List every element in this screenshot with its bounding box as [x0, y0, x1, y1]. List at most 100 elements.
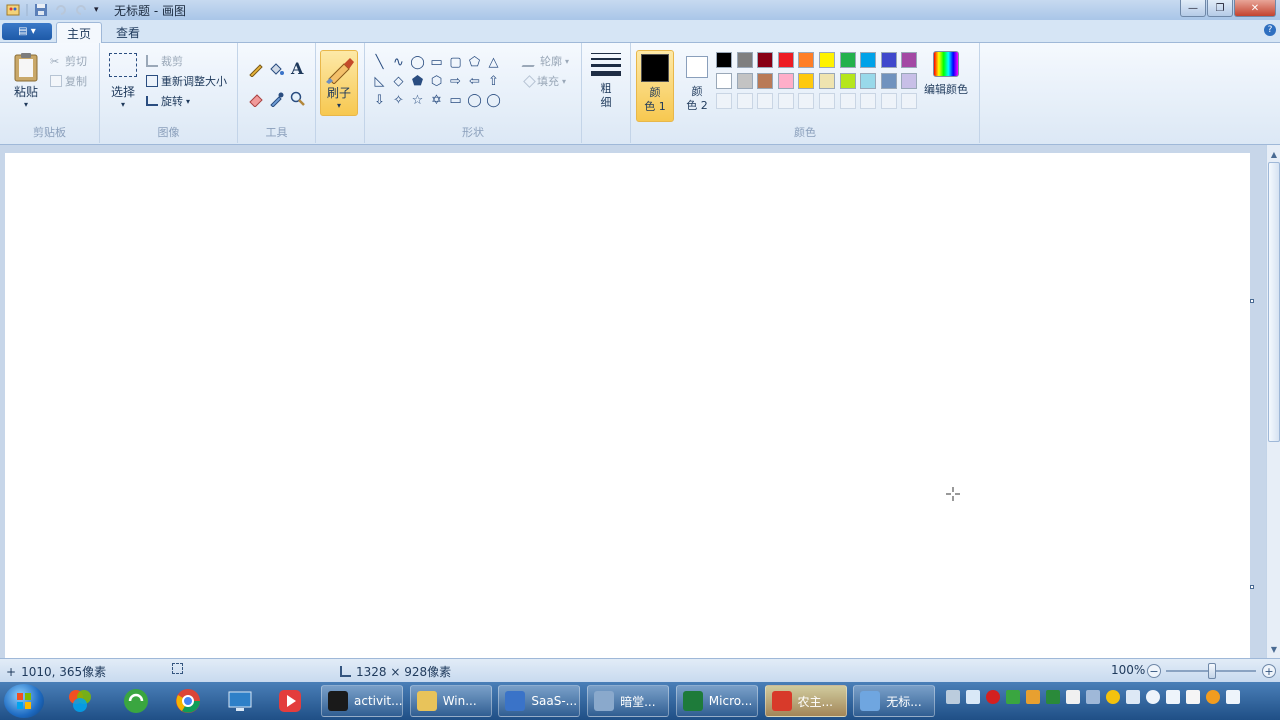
pencil-tool[interactable]	[248, 61, 264, 77]
palette-custom-slot[interactable]	[880, 93, 897, 110]
copy-button[interactable]: 复制	[50, 73, 87, 89]
palette-swatch[interactable]	[860, 52, 877, 68]
shape-rounded-rectangle-icon[interactable]: ▢	[446, 53, 465, 72]
color-picker-tool[interactable]	[268, 91, 284, 107]
taskbar-window-button[interactable]: activit...	[321, 685, 403, 717]
palette-custom-slot[interactable]	[818, 93, 835, 110]
taskbar-media-player-icon[interactable]	[270, 686, 310, 716]
shape-up-arrow-icon[interactable]: ⇧	[484, 72, 503, 91]
save-icon[interactable]	[34, 3, 48, 17]
color-1-button[interactable]: 颜 色 1	[636, 50, 674, 122]
shape-line-icon[interactable]: ╲	[370, 53, 389, 72]
palette-swatch[interactable]	[736, 52, 753, 68]
palette-swatch[interactable]	[901, 52, 918, 68]
palette-swatch[interactable]	[818, 72, 835, 89]
palette-swatch[interactable]	[716, 52, 732, 68]
eraser-tool[interactable]	[248, 91, 264, 107]
brushes-button[interactable]: 刷子 ▾	[320, 50, 358, 116]
shape-diamond-icon[interactable]: ◇	[389, 72, 408, 91]
scrollbar-thumb[interactable]	[1268, 162, 1280, 442]
shape-six-point-star-icon[interactable]: ✡	[427, 91, 446, 110]
shape-left-arrow-icon[interactable]: ⇦	[465, 72, 484, 91]
palette-custom-slot[interactable]	[860, 93, 877, 110]
palette-swatch[interactable]	[860, 72, 877, 89]
tray-keyboard-icon[interactable]	[946, 690, 960, 704]
palette-swatch[interactable]	[757, 52, 774, 68]
zoom-out-icon[interactable]: −	[1147, 664, 1161, 678]
help-icon[interactable]: ?	[1264, 24, 1276, 36]
magnifier-tool[interactable]	[290, 91, 306, 107]
undo-icon[interactable]	[54, 3, 68, 17]
cut-button[interactable]: ✂ 剪切	[50, 53, 87, 69]
tray-clock-icon[interactable]	[1146, 690, 1160, 704]
shape-five-point-star-icon[interactable]: ☆	[408, 91, 427, 110]
redo-icon[interactable]	[74, 3, 88, 17]
taskbar-chrome-icon[interactable]	[168, 686, 208, 716]
shape-curve-icon[interactable]: ∿	[389, 53, 408, 72]
zoom-slider-knob[interactable]	[1208, 663, 1216, 679]
edit-colors-button[interactable]: 编辑颜色	[922, 51, 970, 97]
palette-swatch[interactable]	[777, 72, 794, 89]
shape-oval-icon[interactable]: ◯	[408, 53, 427, 72]
rotate-button[interactable]: 旋转 ▾	[146, 93, 190, 109]
tray-flame-icon[interactable]	[1206, 690, 1220, 704]
palette-swatch[interactable]	[839, 72, 856, 89]
shape-four-point-star-icon[interactable]: ✧	[389, 91, 408, 110]
palette-custom-slot[interactable]	[777, 93, 794, 110]
fill-button[interactable]: 填充 ▾	[523, 73, 566, 89]
tray-action-center-icon[interactable]	[1186, 690, 1200, 704]
palette-swatch[interactable]	[798, 52, 815, 68]
tab-view[interactable]: 查看	[106, 22, 150, 43]
scroll-up-icon[interactable]: ▲	[1268, 147, 1280, 161]
palette-swatch[interactable]	[880, 52, 897, 68]
palette-swatch[interactable]	[716, 72, 732, 89]
tray-green-icon[interactable]	[1006, 690, 1020, 704]
drawing-canvas[interactable]	[5, 153, 1250, 658]
palette-swatch[interactable]	[736, 72, 753, 89]
start-button[interactable]	[4, 684, 44, 718]
tray-usb-icon[interactable]	[1166, 690, 1180, 704]
taskbar-window-button[interactable]: Win...	[409, 685, 492, 717]
select-button[interactable]: 选择 ▾	[106, 53, 140, 109]
palette-swatch[interactable]	[880, 72, 897, 89]
size-button[interactable]: 粗 细	[588, 53, 624, 110]
shape-callout-cloud-icon[interactable]: ◯	[484, 91, 503, 110]
taskbar-pinned-colorful-icon[interactable]	[60, 686, 100, 716]
palette-swatch[interactable]	[818, 52, 835, 68]
close-button[interactable]: ✕	[1234, 0, 1276, 17]
taskbar-window-button[interactable]: SaaS-...	[498, 685, 581, 717]
text-tool[interactable]: A	[291, 59, 303, 78]
tray-speaker-icon[interactable]	[1226, 690, 1240, 704]
paint-app-icon[interactable]	[6, 3, 20, 17]
palette-custom-slot[interactable]	[839, 93, 856, 110]
tray-monitor-icon[interactable]	[1086, 690, 1100, 704]
palette-custom-slot[interactable]	[798, 93, 815, 110]
resize-button[interactable]: 重新调整大小	[146, 73, 227, 89]
shape-callout-rectangle-icon[interactable]: ▭	[446, 91, 465, 110]
tray-help-icon[interactable]	[966, 690, 980, 704]
palette-swatch[interactable]	[757, 72, 774, 89]
customize-dropdown-icon[interactable]: ▾	[94, 3, 108, 17]
shape-hexagon-icon[interactable]: ⬡	[427, 72, 446, 91]
shape-callout-oval-icon[interactable]: ◯	[465, 91, 484, 110]
shape-polygon-icon[interactable]: ⬠	[465, 53, 484, 72]
taskbar-window-button[interactable]: 农主...	[764, 685, 847, 717]
fill-tool[interactable]	[268, 61, 284, 77]
shape-rectangle-icon[interactable]: ▭	[427, 53, 446, 72]
crop-button[interactable]: 裁剪	[146, 53, 183, 69]
shape-right-arrow-icon[interactable]: ⇨	[446, 72, 465, 91]
taskbar-window-button[interactable]: Micro...	[675, 685, 758, 717]
tray-plus-icon[interactable]	[1106, 690, 1120, 704]
palette-swatch[interactable]	[901, 72, 918, 89]
tray-network-icon[interactable]	[1126, 690, 1140, 704]
color-2-button[interactable]: 颜 色 2	[678, 50, 716, 122]
paint-menu-button[interactable]: ▤ ▾	[2, 23, 52, 40]
palette-swatch[interactable]	[777, 52, 794, 68]
tray-volume-warning-icon[interactable]	[1026, 690, 1040, 704]
shape-pentagon-icon[interactable]: ⬟	[408, 72, 427, 91]
outline-button[interactable]: 轮廓 ▾	[521, 53, 569, 69]
taskbar-pinned-refresh-icon[interactable]	[116, 686, 156, 716]
canvas-resize-handle-right[interactable]	[1250, 585, 1254, 589]
vertical-scrollbar[interactable]: ▲ ▼	[1266, 145, 1280, 658]
tray-stop-icon[interactable]	[986, 690, 1000, 704]
